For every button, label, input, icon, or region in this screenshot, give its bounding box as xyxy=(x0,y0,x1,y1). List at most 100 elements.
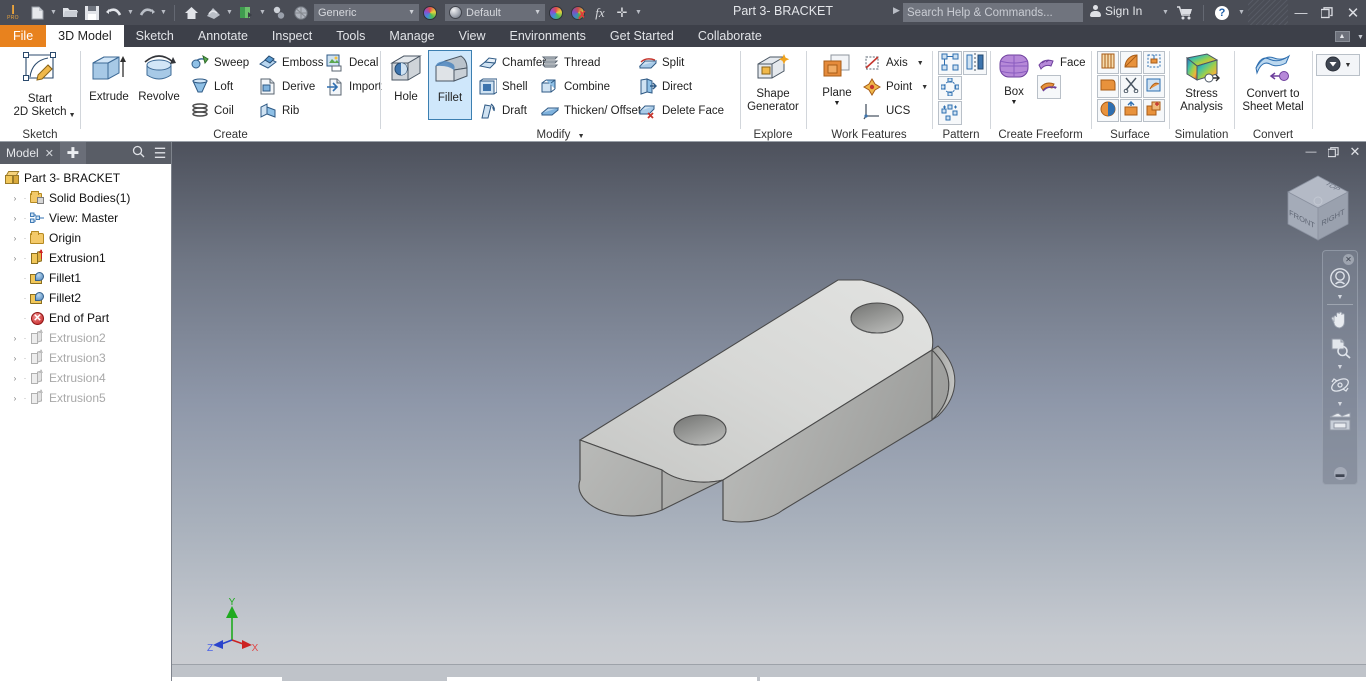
circular-pattern-button[interactable] xyxy=(938,76,962,100)
hole-button[interactable]: Hole xyxy=(385,53,427,104)
split-button[interactable]: Split xyxy=(639,51,684,75)
chevron-down-icon[interactable]: ▼ xyxy=(921,84,928,91)
expander-icon[interactable]: › xyxy=(9,194,21,203)
surface-delete-face-button[interactable] xyxy=(1143,99,1165,122)
tree-node-extrusion5[interactable]: › · Extrusion5 xyxy=(4,388,171,408)
face-button[interactable]: Face xyxy=(1037,51,1086,75)
undo-dropdown-icon[interactable]: ▼ xyxy=(125,0,136,25)
chevron-down-icon[interactable]: ▼ xyxy=(834,100,841,107)
orbit-button[interactable] xyxy=(1325,372,1355,400)
mirror-button[interactable] xyxy=(963,51,987,75)
rib-button[interactable]: Rib xyxy=(259,99,299,123)
coil-button[interactable]: Coil xyxy=(191,99,234,123)
pan-button[interactable] xyxy=(1325,307,1355,335)
tab-sketch[interactable]: Sketch xyxy=(124,25,186,47)
convert-to-sheet-metal-button[interactable]: Convert to Sheet Metal xyxy=(1237,52,1309,114)
tree-node-extrusion3[interactable]: › · Extrusion3 xyxy=(4,348,171,368)
freeform-edit-button[interactable] xyxy=(1037,75,1061,99)
tree-node-fillet1[interactable]: · Fillet1 xyxy=(4,268,171,288)
expander-icon[interactable]: › xyxy=(9,214,21,223)
sculpt-button[interactable] xyxy=(1120,75,1142,98)
zoom-dropdown-icon[interactable]: ▼ xyxy=(1325,363,1355,372)
material-combo[interactable]: Generic ▼ xyxy=(314,4,419,21)
cart-icon[interactable] xyxy=(1172,0,1198,25)
new-file-dropdown-icon[interactable]: ▼ xyxy=(48,0,59,25)
chevron-down-icon[interactable]: ▼ xyxy=(578,133,585,140)
ribbon-overflow-button[interactable]: ▼ xyxy=(1316,54,1360,76)
add-qat-icon[interactable]: ✛ xyxy=(611,0,633,25)
look-at-button[interactable] xyxy=(1325,409,1355,437)
direct-button[interactable]: Direct xyxy=(639,75,692,99)
tab-inspect[interactable]: Inspect xyxy=(260,25,324,47)
expander-icon[interactable]: › xyxy=(9,394,21,403)
navwheel-dropdown-icon[interactable]: ▼ xyxy=(1325,293,1355,302)
tree-node-end-of-part[interactable]: · ✕ End of Part xyxy=(4,308,171,328)
tab-file[interactable]: File xyxy=(0,25,46,47)
material-swatch-icon[interactable] xyxy=(419,0,441,25)
return-icon[interactable] xyxy=(202,0,224,25)
add-browser-tab-button[interactable]: ✚ xyxy=(60,142,86,164)
graphics-viewport[interactable]: — ✕ xyxy=(172,142,1366,681)
tree-node-fillet2[interactable]: · Fillet2 xyxy=(4,288,171,308)
tab-collaborate[interactable]: Collaborate xyxy=(686,25,774,47)
emboss-button[interactable]: Emboss xyxy=(259,51,324,75)
revolve-button[interactable]: Revolve xyxy=(133,53,185,104)
undo-icon[interactable] xyxy=(103,0,125,25)
return-dropdown-icon[interactable]: ▼ xyxy=(224,0,235,25)
tab-tools[interactable]: Tools xyxy=(324,25,377,47)
fillet-button[interactable]: Fillet xyxy=(428,50,472,120)
view-cube[interactable]: TOP FRONT RIGHT xyxy=(1280,170,1356,246)
shell-button[interactable]: Shell xyxy=(479,75,528,99)
parameters-icon[interactable]: fx xyxy=(589,0,611,25)
bracket-model[interactable] xyxy=(172,142,1366,681)
home-icon[interactable] xyxy=(180,0,202,25)
bottom-status-strip[interactable] xyxy=(172,664,1366,681)
draft-button[interactable]: Draft xyxy=(479,99,527,123)
ucs-button[interactable]: UCS xyxy=(863,99,910,123)
thread-button[interactable]: Thread xyxy=(541,51,600,75)
expander-icon[interactable]: › xyxy=(9,234,21,243)
appearance-combo[interactable]: Default ▼ xyxy=(445,4,545,21)
derive-button[interactable]: Derive xyxy=(259,75,315,99)
sign-in-dropdown-icon[interactable]: ▼ xyxy=(1159,0,1172,25)
tab-environments[interactable]: Environments xyxy=(497,25,597,47)
appearance-icon[interactable] xyxy=(235,0,257,25)
point-button[interactable]: Point ▼ xyxy=(863,75,928,99)
appearance-dropdown-icon[interactable]: ▼ xyxy=(257,0,268,25)
tab-annotate[interactable]: Annotate xyxy=(186,25,260,47)
chevron-down-icon[interactable]: ▼ xyxy=(1011,99,1018,106)
new-file-icon[interactable] xyxy=(26,0,48,25)
browser-search-button[interactable] xyxy=(127,142,149,164)
title-expand-icon[interactable]: ▶ xyxy=(893,5,900,16)
tree-node-part[interactable]: Part 3- BRACKET xyxy=(4,168,171,188)
replace-face-button[interactable] xyxy=(1120,99,1142,122)
combine-button[interactable]: Combine xyxy=(541,75,610,99)
minimize-button[interactable]: — xyxy=(1288,0,1314,25)
qat-overflow-icon[interactable]: ▼ xyxy=(633,0,644,25)
boundary-patch-button[interactable] xyxy=(1097,99,1119,122)
chevron-down-icon[interactable]: ▼ xyxy=(917,60,924,67)
material-icon[interactable] xyxy=(268,0,290,25)
tree-node-extrusion2[interactable]: › · Extrusion2 xyxy=(4,328,171,348)
tab-view[interactable]: View xyxy=(447,25,498,47)
axis-button[interactable]: Axis ▼ xyxy=(863,51,924,75)
sketch-driven-pattern-button[interactable] xyxy=(938,101,962,125)
import-button[interactable]: Import xyxy=(326,75,382,99)
tree-node-solid-bodies[interactable]: › · Solid Bodies(1) xyxy=(4,188,171,208)
tab-get-started[interactable]: Get Started xyxy=(598,25,686,47)
sphere-icon[interactable] xyxy=(290,0,312,25)
chevron-down-icon[interactable]: ▼ xyxy=(69,109,76,122)
tab-3d-model[interactable]: 3D Model xyxy=(46,25,124,47)
browser-tab-model[interactable]: Model ✕ xyxy=(0,142,60,164)
help-icon[interactable]: ? xyxy=(1209,0,1235,25)
orbit-dropdown-icon[interactable]: ▼ xyxy=(1325,400,1355,409)
sweep-button[interactable]: Sweep xyxy=(191,51,249,75)
patch-button[interactable] xyxy=(1120,51,1142,74)
loft-button[interactable]: Loft xyxy=(191,75,233,99)
tab-manage[interactable]: Manage xyxy=(377,25,446,47)
tree-node-extrusion1[interactable]: › · Extrusion1 xyxy=(4,248,171,268)
expander-icon[interactable]: › xyxy=(9,254,21,263)
appearance-swatch-icon[interactable] xyxy=(545,0,567,25)
stitch-button[interactable] xyxy=(1143,51,1165,74)
extend-button[interactable] xyxy=(1143,75,1165,98)
